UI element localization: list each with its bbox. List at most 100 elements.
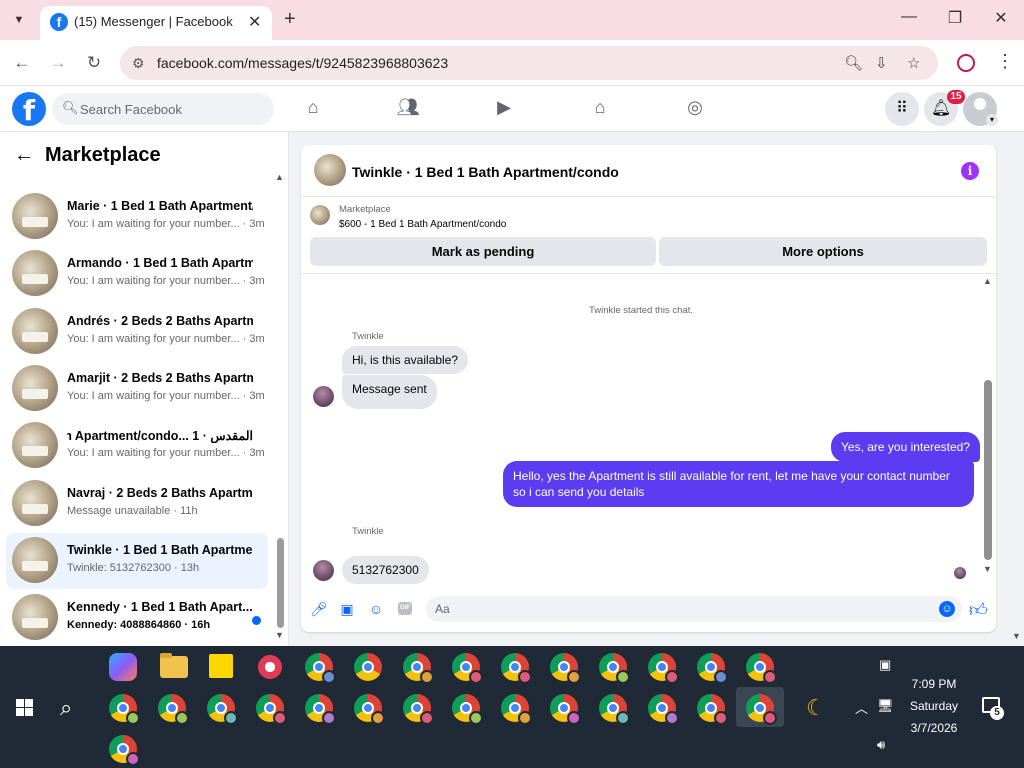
conversation-item[interactable]: Amarjit · 2 Beds 2 Baths Apartm... You: …	[6, 361, 268, 417]
conversation-item-active[interactable]: Twinkle · 1 Bed 1 Bath Apartmen... Twink…	[6, 533, 268, 589]
reload-icon[interactable]: ↻	[83, 52, 105, 74]
conversation-item[interactable]: Armando · 1 Bed 1 Bath Apartm... You: I …	[6, 246, 268, 302]
menu-grid-icon[interactable]: ⠿	[885, 92, 919, 126]
chrome-profile-icon[interactable]	[599, 653, 630, 684]
address-bar[interactable]: ⚙ facebook.com/messages/t/92458239688036…	[120, 46, 938, 80]
home-icon[interactable]: ⌂	[300, 97, 326, 121]
marketplace-icon[interactable]: ⌂	[587, 97, 613, 121]
meet-now-icon[interactable]: ▣	[879, 657, 891, 673]
file-explorer-icon[interactable]	[160, 653, 188, 678]
chrome-profile-icon[interactable]	[648, 653, 679, 684]
chat-title[interactable]: Twinkle · 1 Bed 1 Bath Apartment/condo	[352, 164, 619, 180]
chrome-profile-icon[interactable]	[207, 694, 238, 725]
emoji-icon[interactable]: ☺	[939, 601, 955, 617]
info-icon[interactable]: i	[961, 162, 979, 180]
chrome-profile-icon[interactable]	[697, 694, 728, 725]
new-tab-icon[interactable]: +	[284, 8, 296, 31]
facebook-favicon-icon: f	[50, 13, 68, 31]
chrome-profile-icon[interactable]	[305, 694, 336, 725]
chrome-profile-icon[interactable]	[746, 653, 777, 684]
zoom-icon[interactable]: 🔍︎	[844, 54, 863, 72]
window-close-icon[interactable]: ✕	[981, 8, 1021, 28]
site-info-icon[interactable]: ⚙	[132, 55, 145, 72]
chrome-profile-icon[interactable]	[452, 653, 483, 684]
snipping-tool-icon[interactable]	[256, 653, 284, 681]
network-icon[interactable]: 🖥︎	[877, 698, 894, 714]
minimize-icon[interactable]: —	[889, 8, 929, 26]
forward-arrow-icon[interactable]: →	[47, 52, 69, 74]
weather-moon-icon[interactable]: ☾	[806, 695, 826, 721]
friends-icon[interactable]: 👥︎	[395, 97, 421, 121]
volume-icon[interactable]: 🔊︎	[877, 737, 885, 753]
microphone-icon[interactable]: 🎤︎	[310, 601, 328, 617]
chrome-icon[interactable]	[354, 653, 382, 681]
chat-avatar[interactable]	[314, 154, 346, 186]
groups-icon[interactable]: ◎	[682, 97, 708, 121]
message-placeholder: Aa	[435, 602, 450, 616]
tab-close-icon[interactable]: ✕	[248, 12, 261, 32]
restore-icon[interactable]: ❐	[935, 8, 975, 28]
scroll-down-icon[interactable]: ▼	[983, 564, 992, 574]
sender-avatar[interactable]	[313, 560, 334, 581]
tab-messenger[interactable]: f (15) Messenger | Facebook ✕	[40, 6, 272, 40]
chrome-profile-icon[interactable]	[550, 653, 581, 684]
chrome-profile-icon-active[interactable]	[746, 694, 777, 725]
profile-icon[interactable]	[957, 54, 975, 72]
sender-avatar[interactable]	[313, 386, 334, 407]
chrome-profile-icon[interactable]	[501, 694, 532, 725]
mark-as-pending-button[interactable]: Mark as pending	[310, 237, 656, 266]
chrome-profile-icon[interactable]	[354, 694, 385, 725]
clock-date[interactable]: 3/7/2026	[896, 721, 972, 735]
message-scrollbar[interactable]	[984, 380, 992, 560]
install-app-icon[interactable]: ⇩	[875, 54, 888, 72]
conversation-item[interactable]: Navraj · 2 Beds 2 Baths Apartm... Messag…	[6, 476, 268, 532]
conversation-item[interactable]: Andrés · 2 Beds 2 Baths Apartm... You: I…	[6, 304, 268, 360]
listing-thumbnail[interactable]	[310, 205, 330, 225]
search-icon[interactable]: ⌕	[60, 695, 72, 721]
conversation-item[interactable]: Kennedy · 1 Bed 1 Bath Apart... Kennedy:…	[6, 590, 268, 646]
chrome-profile-icon[interactable]	[501, 653, 532, 684]
more-options-button[interactable]: More options	[659, 237, 987, 266]
chrome-profile-icon[interactable]	[452, 694, 483, 725]
back-arrow-icon[interactable]: ←	[14, 144, 34, 167]
listing-thumbnail	[12, 594, 58, 640]
notification-center-count: 5	[990, 706, 1004, 720]
chrome-profile-icon[interactable]	[403, 694, 434, 725]
chrome-profile-icon[interactable]	[158, 694, 189, 725]
chrome-profile-icon[interactable]	[305, 653, 336, 684]
gif-icon[interactable]: GIF	[398, 602, 412, 615]
scroll-up-icon[interactable]: ▲	[275, 172, 284, 182]
chrome-profile-icon[interactable]	[599, 694, 630, 725]
like-thumb-icon[interactable]: 👍︎	[969, 599, 988, 621]
account-chevron-down-icon[interactable]: ▾	[986, 114, 998, 126]
clock-day[interactable]: Saturday	[896, 699, 972, 713]
back-arrow-icon[interactable]: ←	[11, 52, 33, 74]
sticker-icon[interactable]: ☺	[368, 601, 384, 617]
bookmark-star-icon[interactable]: ☆	[907, 54, 920, 72]
sticky-notes-icon[interactable]	[209, 654, 233, 678]
scroll-down-icon[interactable]: ▼	[1012, 631, 1021, 641]
chrome-profile-icon[interactable]	[403, 653, 434, 684]
facebook-logo-icon[interactable]: f	[12, 92, 46, 127]
facebook-search-input[interactable]: 🔍︎ Search Facebook	[52, 93, 274, 125]
scroll-down-icon[interactable]: ▼	[275, 630, 284, 640]
copilot-icon[interactable]	[109, 653, 137, 681]
chrome-profile-icon[interactable]	[256, 694, 287, 725]
conversation-item[interactable]: المقدس · 1 ...th Apartment/condo You: I …	[6, 418, 268, 474]
clock-time[interactable]: 7:09 PM	[896, 677, 972, 691]
image-icon[interactable]: ▣	[339, 601, 355, 617]
chrome-profile-icon[interactable]	[109, 694, 140, 725]
chrome-profile-icon[interactable]	[109, 735, 140, 766]
conversation-item[interactable]: Marie · 1 Bed 1 Bath Apartment/... You: …	[6, 189, 268, 245]
chrome-profile-icon[interactable]	[648, 694, 679, 725]
video-icon[interactable]: ▶	[491, 97, 517, 121]
tab-search-dropdown-icon[interactable]: ▼	[8, 10, 30, 30]
scroll-up-icon[interactable]: ▲	[983, 276, 992, 286]
show-hidden-icons-chevron-up-icon[interactable]: ︿	[855, 698, 868, 717]
browser-menu-icon[interactable]: ⋮	[996, 51, 1014, 72]
sidebar-scrollbar[interactable]	[277, 538, 284, 628]
message-input[interactable]: Aa	[426, 596, 962, 622]
chrome-profile-icon[interactable]	[697, 653, 728, 684]
chrome-profile-icon[interactable]	[550, 694, 581, 725]
windows-start-icon[interactable]	[16, 699, 33, 716]
